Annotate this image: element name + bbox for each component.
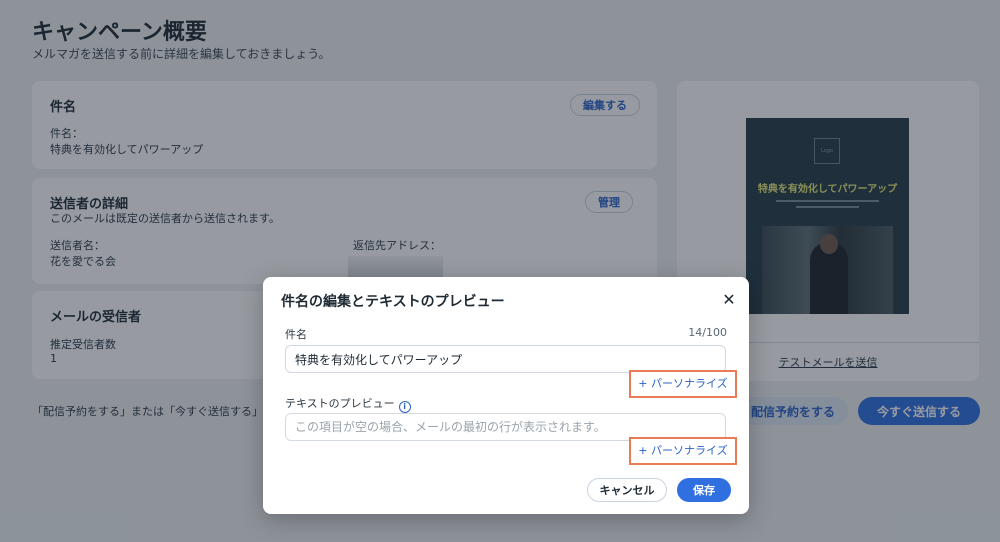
subject-personalize-button[interactable]: + パーソナライズ [629,370,737,398]
preview-personalize-button[interactable]: + パーソナライズ [629,437,737,465]
subject-input[interactable] [285,345,726,373]
preview-text-field-label: テキストのプレビュー i [285,395,411,413]
cancel-button[interactable]: キャンセル [587,478,667,502]
preview-text-label: テキストのプレビュー [285,397,395,410]
save-button[interactable]: 保存 [677,478,731,502]
close-icon[interactable]: ✕ [719,289,739,309]
character-counter: 14/100 [688,326,727,339]
edit-subject-dialog: 件名の編集とテキストのプレビュー ✕ 件名 14/100 + パーソナライズ テ… [263,277,749,514]
dialog-title: 件名の編集とテキストのプレビュー [281,294,505,310]
subject-field-label: 件名 [285,328,307,341]
info-icon[interactable]: i [398,401,411,413]
